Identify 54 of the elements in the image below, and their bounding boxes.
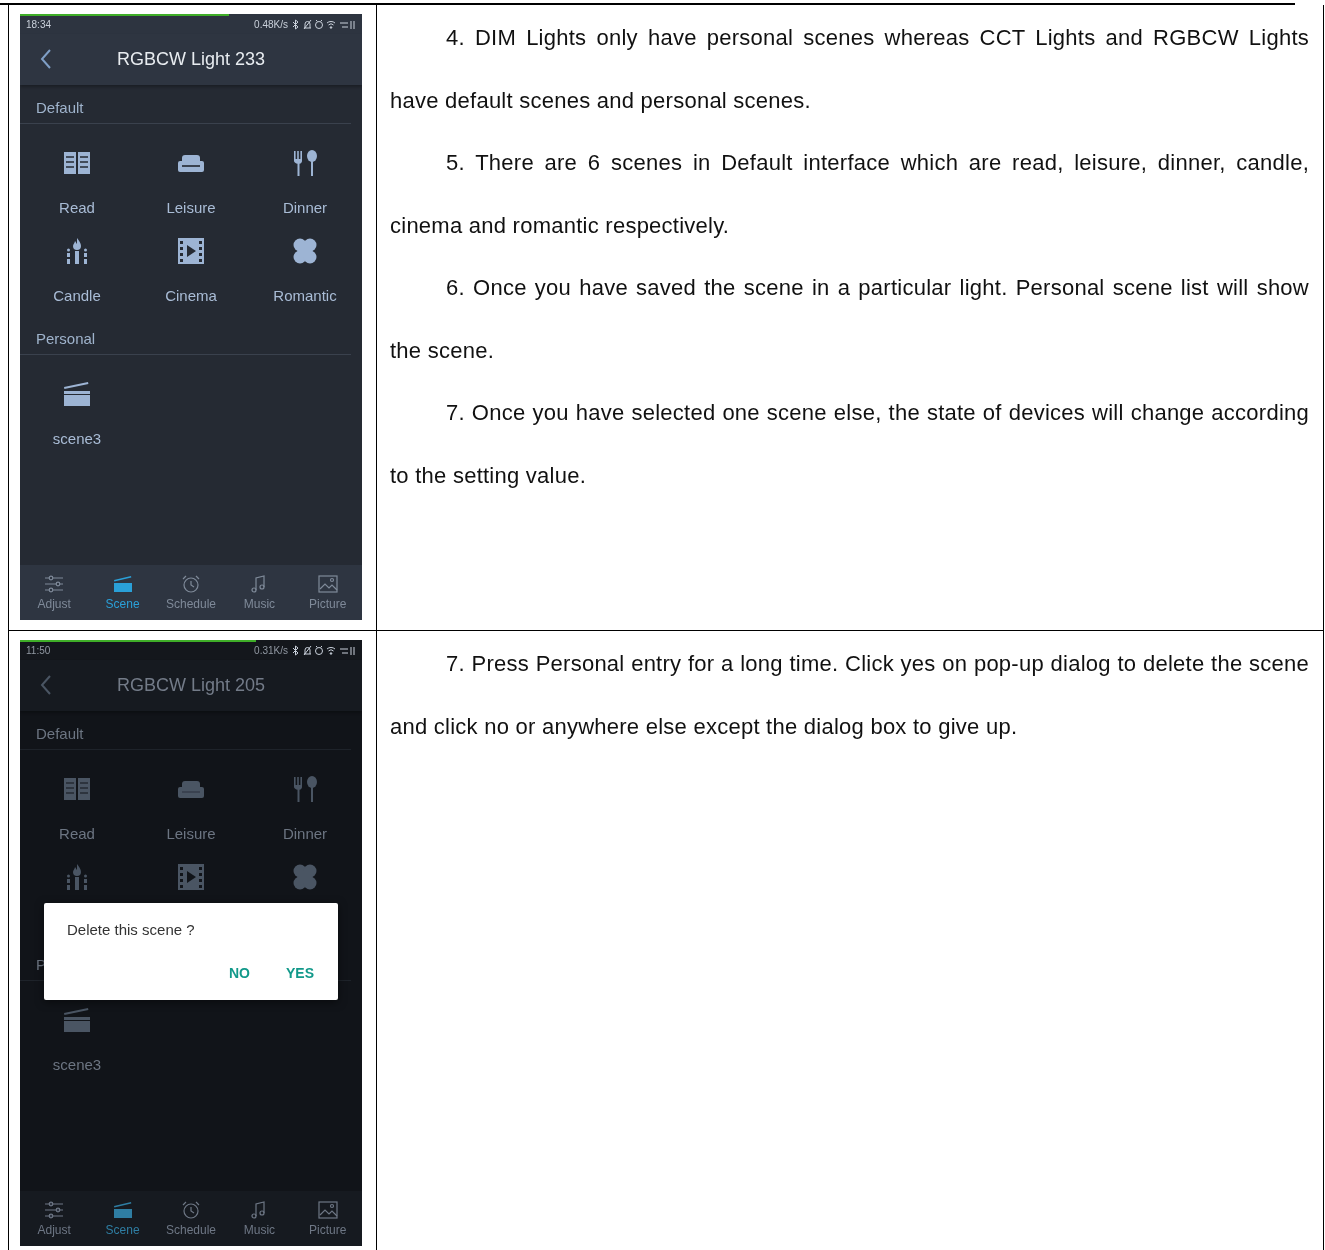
nav-tab[interactable]: Scene [88,565,157,620]
section-heading: Default [20,93,351,124]
nav-tab[interactable]: Picture [293,1191,362,1246]
section-heading: Personal [20,324,351,355]
nav-tab[interactable]: Music [225,1191,294,1246]
nav-tab[interactable]: Picture [293,565,362,620]
dialog-button[interactable]: NO [225,965,254,981]
scene-label[interactable]: Read [59,824,95,844]
screen-title: RGBCW Light 233 [116,49,266,70]
instruction-paragraph: 7. Once you have selected one scene else, the state of devices will change according to the setting value. [390,399,1309,490]
film-play-icon [176,236,206,266]
instruction-paragraph: 4. DIM Lights only have personal scenes whereas CCT Lights and RGBCW Lights have default scenes and personal scenes. [390,24,1309,115]
nav-tab[interactable]: Adjust [20,565,89,620]
clapperboard-icon [62,379,92,409]
sliders-icon [44,1200,65,1219]
alarm-clock-icon [181,1200,201,1219]
dialog-button[interactable]: YES [282,965,318,981]
back-chevron-icon[interactable] [40,49,52,69]
scene-label[interactable]: scene3 [52,429,102,449]
sliders-icon [44,574,65,593]
scene-label[interactable]: Romantic [273,286,337,306]
clapperboard-icon [62,1005,92,1035]
network-speed: 0.48K/s [254,18,288,30]
status-time: 11:50 [26,644,51,656]
scene-label[interactable]: Leisure [166,824,216,844]
status-icons-drawing [292,644,356,656]
scene-label[interactable]: Candle [53,286,101,306]
nav-tab[interactable]: Schedule [156,565,226,620]
status-icons-drawing [292,18,356,30]
section-heading: Default [20,719,351,750]
image-icon [317,1200,338,1219]
scene-label[interactable]: Cinema [165,286,217,306]
back-chevron-icon[interactable] [40,675,52,695]
scene-label[interactable]: Leisure [166,198,216,218]
clapperboard-icon [112,1200,133,1219]
screen-title: RGBCW Light 205 [116,675,266,696]
network-speed: 0.31K/s [254,644,288,656]
nav-tab[interactable]: Music [225,565,294,620]
film-play-icon [176,862,206,892]
status-time: 18:34 [26,18,52,30]
nav-tab[interactable]: Schedule [156,1191,226,1246]
scene-label[interactable]: Read [59,198,95,218]
clapperboard-icon [112,574,133,593]
image-icon [317,574,338,593]
scene-label[interactable]: Dinner [282,824,328,844]
instruction-paragraph: 6. Once you have saved the scene in a particular light. Personal scene list will show the scene. [390,274,1309,365]
instruction-paragraph: 5. There are 6 scenes in Default interface which are read, leisure, dinner, candle, cinema and romantic respectively. [390,149,1309,240]
alarm-clock-icon [181,574,201,593]
scene-label[interactable]: scene3 [52,1055,102,1075]
scene-label[interactable]: Dinner [282,198,328,218]
dialog-message: Delete this scene ? [67,921,195,938]
nav-tab[interactable]: Adjust [20,1191,89,1246]
instruction-paragraph: 7. Press Personal entry for a long time. Click yes on pop-up dialog to delete the scene and click no or anywhere else except the dialog box to give up. [390,650,1309,741]
nav-tab[interactable]: Scene [88,1191,157,1246]
